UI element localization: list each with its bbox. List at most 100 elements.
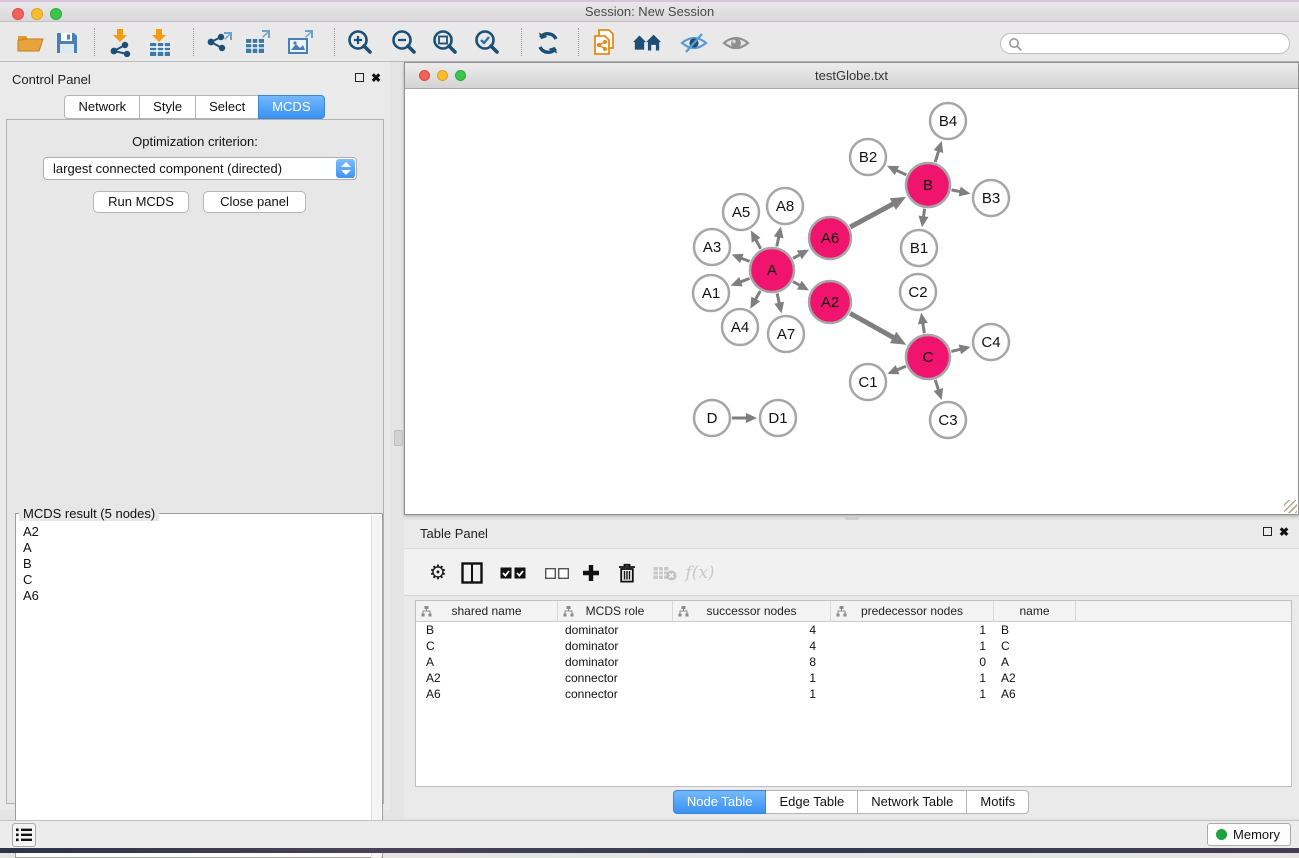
cell-predecessor-nodes: 1 — [831, 671, 994, 687]
apply-function-button[interactable]: f(x) — [680, 558, 720, 588]
close-table-panel-icon[interactable]: ✖ — [1279, 527, 1289, 537]
home-button[interactable] — [632, 28, 662, 58]
import-table-button[interactable] — [145, 28, 175, 58]
table-row[interactable]: A6connector11A6 — [416, 687, 1291, 703]
export-network-button[interactable] — [205, 28, 235, 58]
unchecked-boxes-icon — [545, 568, 569, 579]
zoom-window-light[interactable] — [50, 8, 62, 20]
table-row[interactable]: Bdominator41B — [416, 623, 1291, 639]
cell-MCDS-role: connector — [558, 671, 673, 687]
desktop-wallpaper — [0, 848, 1299, 853]
delete-column-button[interactable] — [612, 558, 642, 588]
column-header-name[interactable]: name — [994, 601, 1076, 622]
export-image-button[interactable] — [286, 28, 316, 58]
create-column-button[interactable] — [576, 558, 606, 588]
mcds-result-item[interactable]: C — [16, 572, 372, 588]
mcds-result-title: MCDS result (5 nodes) — [19, 506, 159, 521]
mcds-result-list[interactable]: A2ABCA6 — [16, 524, 372, 604]
column-header-successor-nodes[interactable]: successor nodes — [673, 601, 831, 622]
hide-graphics-details-button[interactable] — [679, 28, 709, 58]
close-window-light[interactable] — [12, 8, 24, 20]
zoom-network-light[interactable] — [455, 70, 466, 81]
import-network-button[interactable] — [106, 28, 136, 58]
network-canvas[interactable]: B4B2BB3B1A5A8A6A3AA1A4A7A2C2CC4C1C3DD1 — [405, 89, 1298, 514]
float-table-panel-icon[interactable] — [1263, 527, 1272, 536]
memory-button[interactable]: Memory — [1207, 823, 1291, 846]
mcds-list-scrollbar[interactable] — [371, 515, 381, 858]
minimize-network-light[interactable] — [437, 70, 448, 81]
network-graph[interactable]: B4B2BB3B1A5A8A6A3AA1A4A7A2C2CC4C1C3DD1 — [405, 89, 1298, 514]
deselect-all-rows-button[interactable] — [542, 558, 572, 588]
cell-successor-nodes: 1 — [673, 671, 831, 687]
edge-A2-C[interactable] — [850, 313, 895, 338]
tab-select[interactable]: Select — [195, 95, 259, 119]
select-all-rows-button[interactable] — [498, 558, 528, 588]
column-header-MCDS-role[interactable]: MCDS role — [558, 601, 673, 622]
toolbar-separator — [334, 28, 335, 56]
tab-style[interactable]: Style — [139, 95, 196, 119]
window-resize-grip[interactable] — [1284, 500, 1297, 513]
table-row[interactable]: A2connector11A2 — [416, 671, 1291, 687]
tab-node-table[interactable]: Node Table — [673, 790, 767, 814]
table-toolbar: ⚙ — [404, 548, 1299, 596]
cell-shared-name: C — [416, 639, 558, 655]
toolbar-separator — [521, 28, 522, 56]
tab-network[interactable]: Network — [64, 95, 140, 119]
export-table-button[interactable] — [243, 28, 273, 58]
search-field[interactable] — [1000, 33, 1290, 54]
memory-status-icon — [1216, 829, 1227, 840]
graph-node-label-A8: A8 — [776, 198, 794, 215]
cell-name: A6 — [994, 687, 1076, 703]
mcds-tab-content: Optimization criterion: largest connecte… — [6, 119, 384, 804]
arrowhead-icon — [774, 302, 784, 314]
zoom-fit-button[interactable] — [430, 28, 460, 58]
table-row[interactable]: Cdominator41C — [416, 639, 1291, 655]
tab-mcds[interactable]: MCDS — [258, 95, 324, 119]
tab-network-table[interactable]: Network Table — [857, 790, 967, 814]
show-column-panel-button[interactable] — [457, 558, 487, 588]
search-input[interactable] — [1027, 35, 1282, 52]
show-graphics-details-button[interactable] — [721, 28, 751, 58]
tab-edge-table[interactable]: Edge Table — [765, 790, 858, 814]
run-mcds-button[interactable]: Run MCDS — [93, 191, 189, 213]
network-window-titlebar[interactable]: testGlobe.txt — [405, 63, 1298, 89]
close-panel-icon[interactable]: ✖ — [371, 73, 381, 83]
main-toolbar — [0, 22, 1299, 62]
arrowhead-icon — [746, 413, 757, 423]
clone-network-button[interactable] — [590, 28, 620, 58]
edge-A6-B[interactable] — [850, 203, 894, 227]
delete-table-icon — [653, 566, 677, 581]
cell-name: B — [994, 623, 1076, 639]
trash-icon — [618, 563, 636, 583]
zoom-out-button[interactable] — [389, 28, 419, 58]
table-settings-button[interactable]: ⚙ — [423, 558, 453, 588]
mcds-result-item[interactable]: A6 — [16, 588, 372, 604]
save-session-button[interactable] — [52, 28, 82, 58]
float-panel-icon[interactable] — [355, 73, 364, 82]
graph-node-label-A1: A1 — [702, 285, 720, 302]
checked-boxes-icon — [500, 567, 526, 579]
table-row[interactable]: Adominator80A — [416, 655, 1291, 671]
delete-table-button[interactable] — [650, 558, 680, 588]
zoom-out-icon — [390, 29, 418, 57]
column-header-label: MCDS role — [558, 604, 672, 618]
mcds-result-item[interactable]: A — [16, 540, 372, 556]
zoom-in-icon — [346, 29, 374, 57]
minimize-window-light[interactable] — [31, 8, 43, 20]
graph-node-label-D: D — [707, 410, 718, 427]
open-session-button[interactable] — [15, 28, 45, 58]
criterion-select[interactable]: largest connected component (directed) — [43, 157, 357, 180]
mcds-result-item[interactable]: B — [16, 556, 372, 572]
refresh-view-button[interactable] — [533, 28, 563, 58]
close-panel-button[interactable]: Close panel — [203, 191, 306, 213]
zoom-in-button[interactable] — [345, 28, 375, 58]
task-history-button[interactable] — [12, 823, 36, 847]
column-header-predecessor-nodes[interactable]: predecessor nodes — [831, 601, 994, 622]
cell-name: A — [994, 655, 1076, 671]
tab-motifs[interactable]: Motifs — [966, 790, 1029, 814]
column-header-shared-name[interactable]: shared name — [416, 601, 558, 622]
close-network-light[interactable] — [419, 70, 430, 81]
panel-splitter-grip[interactable] — [394, 430, 403, 446]
zoom-selected-button[interactable] — [472, 28, 502, 58]
mcds-result-item[interactable]: A2 — [16, 524, 372, 540]
